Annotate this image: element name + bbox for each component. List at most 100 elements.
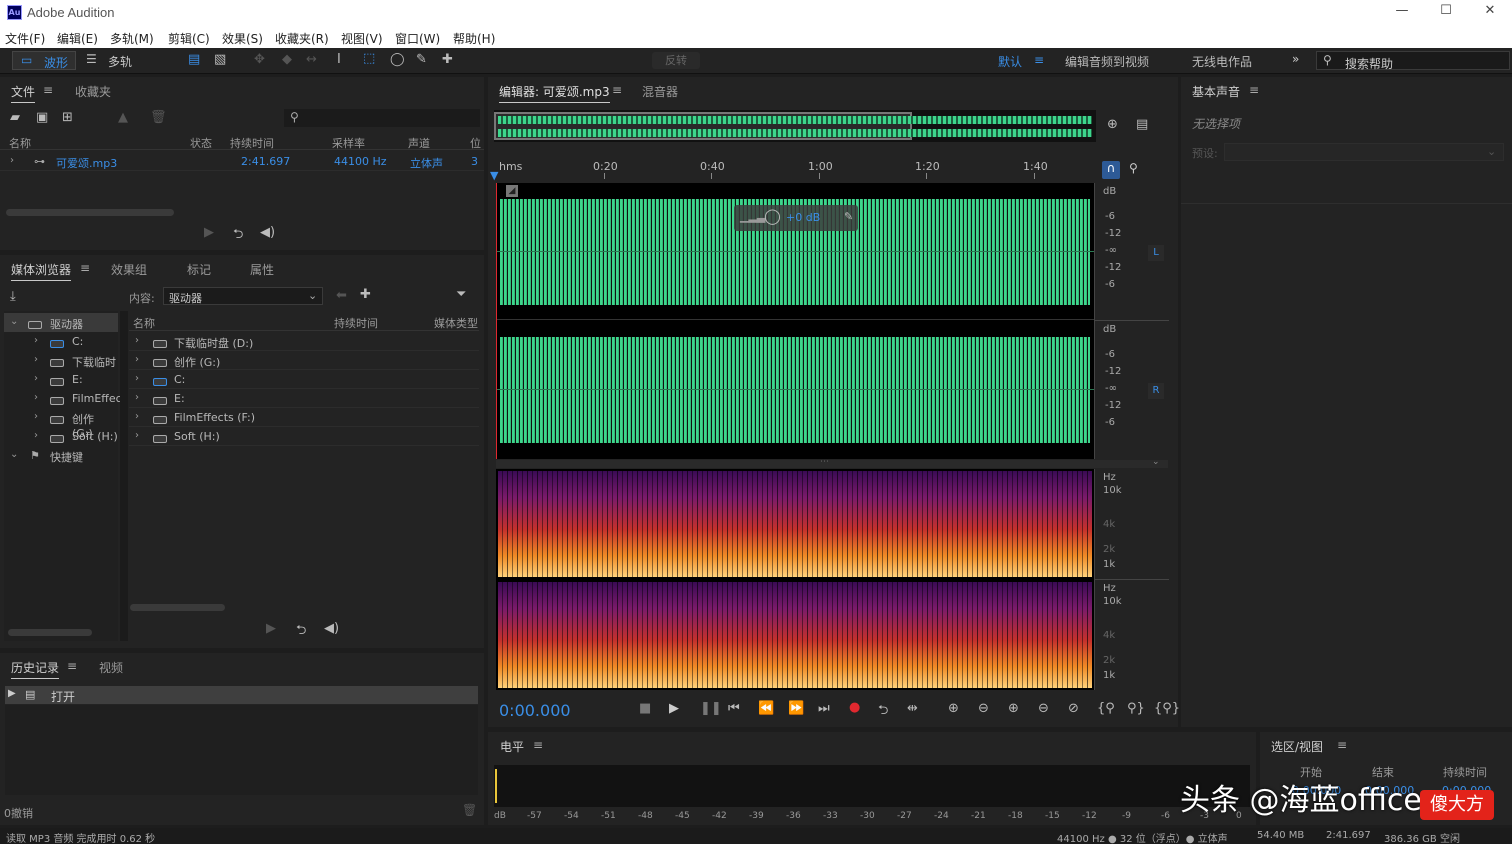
col-bits[interactable]: 位 <box>470 135 481 151</box>
horizontal-scrollbar[interactable] <box>6 209 174 216</box>
list-item[interactable]: › 创作 (G:) <box>129 351 479 370</box>
spectral-pitch-icon[interactable]: ▧ <box>214 52 226 67</box>
col-name[interactable]: 名称 <box>133 315 155 331</box>
filter-icon[interactable]: ⏷ <box>456 287 466 302</box>
workspace-radio[interactable]: 无线电作品 <box>1192 53 1252 70</box>
tab-mixer[interactable]: 混音器 <box>642 83 678 100</box>
horizontal-scrollbar[interactable] <box>130 604 225 611</box>
zoom-in-amplitude-icon[interactable]: ⊕ <box>948 701 959 716</box>
list-item[interactable]: › E: <box>129 389 479 408</box>
time-ruler[interactable]: hms 0:20 0:40 1:00 1:20 1:40 <box>496 159 1094 181</box>
col-duration[interactable]: 持续时间 <box>230 135 274 151</box>
menu-effects[interactable]: 效果(S) <box>222 30 263 47</box>
panel-menu-icon[interactable]: ≡ <box>1249 83 1259 97</box>
tab-video[interactable]: 视频 <box>99 659 123 676</box>
record-icon[interactable]: ● <box>849 700 860 715</box>
new-file-icon[interactable]: ⊞ <box>62 110 73 125</box>
zoom-in-point-icon[interactable]: {⚲ <box>1097 701 1115 716</box>
zoom-to-selection-icon[interactable]: ⊕ <box>1107 117 1118 132</box>
lasso-tool-icon[interactable]: ◯ <box>390 52 405 67</box>
col-duration[interactable]: 持续时间 <box>334 315 378 331</box>
delete-icon[interactable]: 🗑 <box>150 110 167 125</box>
reverse-button[interactable]: 反转 <box>652 52 700 69</box>
headphones-icon[interactable]: ∩ <box>1102 161 1120 179</box>
zoom-out-point-icon[interactable]: ⚲} <box>1127 701 1145 716</box>
loop-preview-icon[interactable]: ⮌ <box>233 225 243 247</box>
waveform-left-channel[interactable] <box>496 183 1094 320</box>
files-search-input[interactable]: ⚲ <box>284 109 480 127</box>
marquee-tool-icon[interactable]: ⬚ <box>363 51 375 66</box>
history-item[interactable]: ▶ ▤ 打开 <box>5 686 478 704</box>
waveform-view-button[interactable]: ▭ 波形 <box>12 51 76 70</box>
auto-play-icon[interactable]: ◀) <box>260 225 275 240</box>
menu-window[interactable]: 窗口(W) <box>395 30 440 47</box>
time-selection-tool-icon[interactable]: I <box>337 52 341 67</box>
tree-item-shortcuts[interactable]: ⌄ ⚑ 快捷键 <box>4 446 118 465</box>
menu-multitrack[interactable]: 多轨(M) <box>110 30 154 47</box>
gain-knob-icon[interactable]: ◯ <box>764 207 781 225</box>
close-button[interactable]: ✕ <box>1468 3 1512 23</box>
delete-history-icon[interactable]: 🗑 <box>462 803 477 817</box>
list-item[interactable]: › Soft (H:) <box>129 427 479 446</box>
waveform-right-channel[interactable] <box>496 321 1094 458</box>
preset-select[interactable]: ⌄ <box>1224 143 1504 161</box>
menu-help[interactable]: 帮助(H) <box>453 30 495 47</box>
loop-preview-icon[interactable]: ⮌ <box>296 621 306 643</box>
brush-tool-icon[interactable]: ✎ <box>416 52 427 67</box>
tab-files[interactable]: 文件 <box>11 83 36 103</box>
panel-menu-icon[interactable]: ≡ <box>67 659 77 673</box>
current-time-display[interactable]: 0:00.000 <box>499 701 571 720</box>
panel-menu-icon[interactable]: ≡ <box>1337 738 1347 752</box>
stop-icon[interactable]: ■ <box>639 701 651 716</box>
list-item[interactable]: › C: <box>129 370 479 389</box>
workspace-default[interactable]: 默认 <box>998 53 1022 70</box>
list-item[interactable]: › FilmEffects (F:) <box>129 408 479 427</box>
tab-media-browser[interactable]: 媒体浏览器 <box>11 261 72 281</box>
more-workspaces-icon[interactable]: » <box>1292 52 1299 66</box>
zoom-in-time-icon[interactable]: ⊕ <box>1008 701 1019 716</box>
channel-right-toggle[interactable]: R <box>1148 383 1164 399</box>
healing-tool-icon[interactable]: ✚ <box>442 52 453 67</box>
horizontal-scrollbar[interactable] <box>8 629 92 636</box>
tab-markers[interactable]: 标记 <box>187 261 211 278</box>
col-status[interactable]: 状态 <box>190 135 212 151</box>
loop-playback-icon[interactable]: ⮌ <box>878 701 888 723</box>
panel-menu-icon[interactable]: ≡ <box>612 83 622 97</box>
workspace-menu-icon[interactable]: ≡ <box>1034 53 1044 67</box>
tab-editor[interactable]: 编辑器: 可爱颂.mp3 <box>499 83 610 103</box>
list-item[interactable]: › 下载临时盘 (D:) <box>129 332 479 351</box>
save-icon[interactable]: ▲ <box>118 110 128 125</box>
tree-item[interactable]: › FilmEffec <box>4 389 122 408</box>
open-file-icon[interactable]: ▰ <box>10 110 20 125</box>
slip-tool-icon[interactable]: ↔ <box>306 52 317 67</box>
menu-file[interactable]: 文件(F) <box>5 30 45 47</box>
clip-fade-icon[interactable]: ◢ <box>506 185 518 197</box>
zoom-out-amplitude-icon[interactable]: ⊖ <box>978 701 989 716</box>
waveform-spectral-splitter[interactable]: ⋯ ⌄ <box>496 457 1168 468</box>
play-icon[interactable]: ▶ <box>669 701 679 716</box>
menu-edit[interactable]: 编辑(E) <box>57 30 98 47</box>
menu-favorites[interactable]: 收藏夹(R) <box>275 30 329 47</box>
col-channels[interactable]: 声道 <box>408 135 430 151</box>
go-to-start-icon[interactable]: ⏮ <box>728 701 740 716</box>
import-file-icon[interactable]: ▣ <box>36 110 48 125</box>
content-select[interactable]: 驱动器 ⌄ <box>163 287 323 305</box>
playhead-marker-icon[interactable]: ▼ <box>490 169 498 182</box>
tree-item-drives[interactable]: ⌄ 驱动器 <box>4 313 118 332</box>
hud-gain-control[interactable]: ▁▂▃ ◯ +0 dB ✎ <box>734 205 858 231</box>
col-media-type[interactable]: 媒体类型 <box>434 315 478 331</box>
add-shortcut-icon[interactable]: ✚ <box>360 287 371 302</box>
col-name[interactable]: 名称 <box>9 135 31 151</box>
tab-properties[interactable]: 属性 <box>250 261 274 278</box>
import-icon[interactable]: ⤓ <box>10 289 16 304</box>
skip-selection-icon[interactable]: ⇹ <box>907 701 918 716</box>
pause-icon[interactable]: ❚❚ <box>700 701 722 716</box>
zoom-selection-icon[interactable]: {⚲} <box>1154 701 1180 716</box>
zoom-out-full-icon[interactable]: ⊘ <box>1068 701 1079 716</box>
pin-icon[interactable]: ⚲ <box>1129 161 1138 175</box>
show-overview-icon[interactable]: ▤ <box>1136 117 1148 132</box>
back-icon[interactable]: ⬅ <box>336 288 347 303</box>
tab-favorites[interactable]: 收藏夹 <box>75 83 111 100</box>
multitrack-view-button[interactable]: ☰ 多轨 <box>80 51 140 70</box>
menu-view[interactable]: 视图(V) <box>341 30 383 47</box>
